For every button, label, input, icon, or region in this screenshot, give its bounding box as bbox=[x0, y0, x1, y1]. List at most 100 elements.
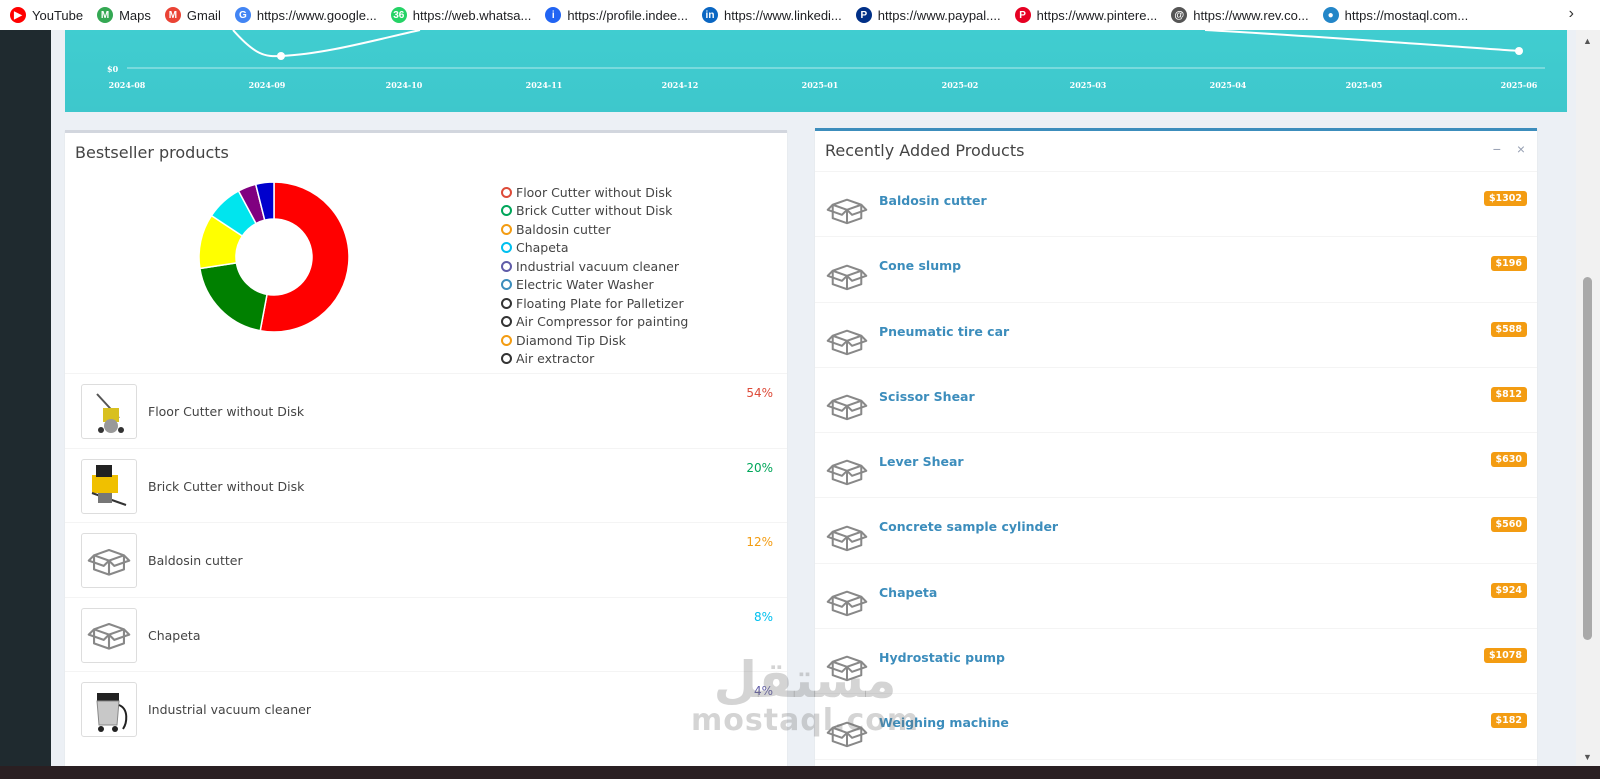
chart-legend: Floor Cutter without Disk Brick Cutter wi… bbox=[501, 183, 688, 368]
x-tick-label: 2025-05 bbox=[1345, 80, 1383, 90]
legend-circle-icon bbox=[501, 205, 512, 217]
close-icon[interactable]: × bbox=[1517, 141, 1525, 157]
bestseller-list: Floor Cutter without Disk 54% Brick Cutt… bbox=[65, 373, 787, 746]
product-percentage: 4% bbox=[753, 684, 773, 698]
bookmark-item[interactable]: in https://www.linkedi... bbox=[702, 7, 842, 23]
legend-item: Electric Water Washer bbox=[501, 276, 688, 295]
product-percentage: 20% bbox=[746, 460, 773, 475]
legend-circle-icon bbox=[501, 297, 512, 309]
bestseller-row[interactable]: Industrial vacuum cleaner 4% bbox=[65, 671, 787, 746]
bookmark-label: YouTube bbox=[32, 7, 84, 23]
legend-label: Industrial vacuum cleaner bbox=[516, 258, 679, 274]
recent-product-row: Chapeta $924 bbox=[815, 564, 1537, 630]
product-link[interactable]: Baldosin cutter bbox=[879, 193, 987, 208]
x-tick-label: 2025-03 bbox=[1069, 80, 1107, 90]
legend-circle-icon bbox=[501, 334, 512, 346]
legend-item: Brick Cutter without Disk bbox=[501, 202, 688, 221]
bookmark-item[interactable]: 36 https://web.whatsa... bbox=[390, 7, 532, 23]
bookmark-item[interactable]: i https://profile.indee... bbox=[545, 7, 688, 23]
chevron-right-icon[interactable]: › bbox=[1569, 5, 1574, 23]
legend-item: Chapeta bbox=[501, 239, 688, 258]
bookmark-label: https://web.whatsa... bbox=[412, 7, 532, 23]
bookmark-item[interactable]: ▶ YouTube bbox=[10, 7, 83, 23]
recent-product-row: Lever Shear $630 bbox=[815, 433, 1537, 499]
sales-line-svg bbox=[127, 30, 1545, 69]
product-link[interactable]: Scissor Shear bbox=[879, 389, 975, 404]
price-badge: $630 bbox=[1490, 452, 1527, 468]
product-link[interactable]: Cone slump bbox=[879, 258, 961, 273]
product-link[interactable]: Lever Shear bbox=[879, 454, 964, 469]
bookmark-item[interactable]: Phttps://www.pintere... bbox=[1014, 7, 1157, 23]
maps-icon: M bbox=[97, 7, 114, 23]
x-tick-label: 2024-11 bbox=[525, 80, 563, 90]
bestseller-row[interactable]: Chapeta 8% bbox=[65, 596, 787, 672]
legend-label: Baldosin cutter bbox=[516, 221, 611, 237]
bookmarks-bar: ▶ YouTube M Maps M Gmail Ghttps://www.google..… bbox=[0, 0, 1600, 30]
pinterest-icon: P bbox=[1014, 7, 1031, 23]
recently-added-box: Recently Added Products − × Baldosin cut… bbox=[815, 128, 1537, 766]
product-percentage: 12% bbox=[746, 535, 773, 549]
bookmark-label: https://profile.indee... bbox=[567, 7, 688, 23]
product-percentage: 8% bbox=[753, 609, 773, 624]
linkedin-icon: in bbox=[702, 7, 718, 23]
legend-item: Diamond Tip Disk bbox=[501, 331, 688, 350]
bookmark-label: https://mostaql.com... bbox=[1344, 7, 1469, 23]
donut-slice[interactable] bbox=[199, 261, 268, 332]
recent-product-row: Weighing machine $182 bbox=[815, 694, 1537, 760]
indeed-icon: i bbox=[545, 7, 562, 23]
bookmark-label: https://www.google... bbox=[256, 7, 377, 23]
legend-item: Air Compressor for painting bbox=[501, 313, 688, 332]
product-name: Industrial vacuum cleaner bbox=[148, 702, 311, 717]
gmail-icon: M bbox=[164, 7, 181, 23]
box-icon bbox=[825, 321, 869, 361]
recent-product-row: Pneumatic tire car $588 bbox=[815, 303, 1537, 368]
product-link[interactable]: Pneumatic tire car bbox=[879, 324, 1009, 339]
rev-icon: @ bbox=[1171, 7, 1188, 23]
legend-label: Brick Cutter without Disk bbox=[516, 203, 673, 219]
price-badge: $924 bbox=[1490, 582, 1527, 598]
box-icon bbox=[825, 451, 869, 491]
legend-circle-icon bbox=[501, 260, 512, 272]
price-badge: $1078 bbox=[1483, 648, 1527, 664]
x-tick-label: 2025-01 bbox=[801, 80, 839, 90]
scroll-down-icon[interactable]: ▼ bbox=[1583, 752, 1592, 762]
collapse-icon[interactable]: − bbox=[1493, 141, 1501, 157]
legend-label: Air Compressor for painting bbox=[516, 314, 689, 330]
box-icon bbox=[825, 647, 869, 687]
recent-product-row: Concrete sample cylinder $560 bbox=[815, 498, 1537, 564]
bookmark-item[interactable]: M Gmail bbox=[164, 7, 221, 23]
product-percentage: 54% bbox=[746, 386, 773, 400]
recently-added-title: Recently Added Products bbox=[825, 141, 1025, 160]
bookmark-item[interactable]: Ghttps://www.google... bbox=[234, 7, 377, 23]
product-link[interactable]: Chapeta bbox=[879, 585, 937, 600]
x-tick-label: 2025-02 bbox=[941, 80, 979, 90]
legend-item: Floating Plate for Palletizer bbox=[501, 294, 688, 313]
youtube-icon: ▶ bbox=[10, 7, 26, 23]
bestseller-row[interactable]: Baldosin cutter 12% bbox=[65, 522, 787, 597]
sales-chart: $0 2024-08 2024-09 2024-10 2024-11 2024-12 20… bbox=[65, 30, 1567, 112]
product-link[interactable]: Weighing machine bbox=[879, 715, 1009, 730]
box-icon bbox=[825, 582, 869, 622]
recent-product-row: Scissor Shear $812 bbox=[815, 368, 1537, 434]
product-thumbnail bbox=[81, 384, 137, 439]
bestseller-row[interactable]: Brick Cutter without Disk 20% bbox=[65, 447, 787, 523]
dashboard-content: $0 2024-08 2024-09 2024-10 2024-11 2024-12 20… bbox=[51, 30, 1576, 766]
bookmark-label: https://www.rev.co... bbox=[1193, 7, 1309, 23]
bookmark-item[interactable]: ● https://mostaql.com... bbox=[1322, 7, 1469, 23]
recent-products-list: Baldosin cutter $1302 Cone slump $196 Pn… bbox=[815, 171, 1537, 760]
product-link[interactable]: Hydrostatic pump bbox=[879, 650, 1005, 665]
legend-circle-icon bbox=[501, 353, 512, 365]
sidebar-strip bbox=[0, 30, 51, 779]
bookmark-item[interactable]: @ https://www.rev.co... bbox=[1171, 7, 1309, 23]
legend-circle-icon bbox=[501, 223, 512, 235]
scroll-up-icon[interactable]: ▲ bbox=[1583, 36, 1592, 46]
legend-circle-icon bbox=[501, 186, 512, 198]
vertical-scrollbar[interactable]: ▲ ▼ bbox=[1576, 30, 1600, 766]
bookmark-item[interactable]: Phttps://www.paypal.... bbox=[855, 7, 1001, 23]
bestseller-row[interactable]: Floor Cutter without Disk 54% bbox=[65, 373, 787, 448]
legend-label: Electric Water Washer bbox=[516, 277, 654, 293]
price-badge: $560 bbox=[1490, 517, 1527, 533]
bookmark-item[interactable]: M Maps bbox=[97, 7, 151, 23]
scrollbar-thumb[interactable] bbox=[1583, 277, 1592, 640]
product-link[interactable]: Concrete sample cylinder bbox=[879, 519, 1058, 534]
